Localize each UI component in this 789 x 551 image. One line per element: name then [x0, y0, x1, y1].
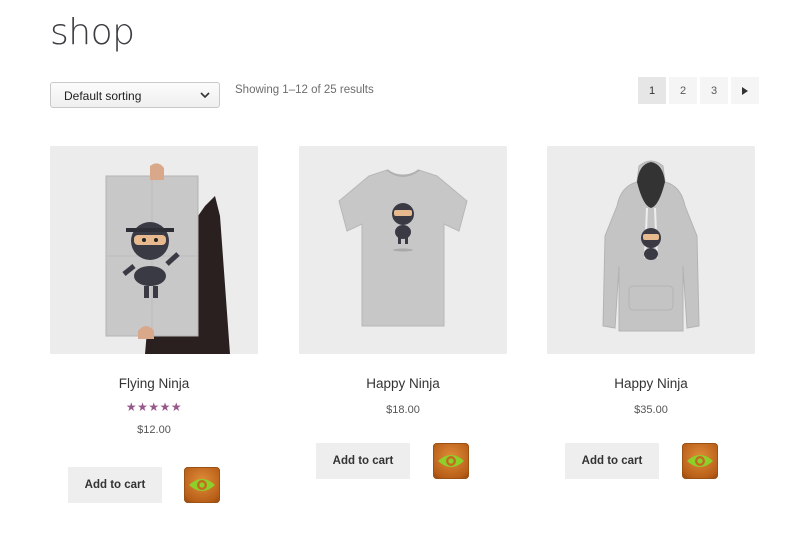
product-title[interactable]: Happy Ninja [547, 376, 755, 392]
add-to-cart-button[interactable]: Add to cart [565, 443, 659, 479]
add-to-cart-button[interactable]: Add to cart [68, 467, 162, 503]
page-title: shop [50, 12, 135, 53]
sorting-selected-value: Default sorting [64, 89, 142, 103]
product-image-hoodie[interactable] [547, 146, 755, 354]
product-card: Happy Ninja $18.00 [299, 146, 507, 416]
eye-icon [438, 455, 464, 467]
product-price: $18.00 [386, 404, 420, 416]
product-image-poster[interactable] [50, 146, 258, 354]
product-image-tshirt[interactable] [299, 146, 507, 354]
chevron-down-icon [200, 92, 210, 99]
page-3-link[interactable]: 3 [700, 77, 728, 104]
result-count: Showing 1–12 of 25 results [235, 84, 374, 96]
product-price: $35.00 [634, 404, 668, 416]
sorting-select[interactable]: Default sorting [50, 82, 220, 108]
product-title[interactable]: Flying Ninja [50, 376, 258, 392]
next-page-button[interactable] [731, 77, 759, 104]
product-price: $12.00 [137, 424, 171, 436]
pagination: 1 2 3 [638, 77, 759, 104]
product-title[interactable]: Happy Ninja [299, 376, 507, 392]
page-1-current: 1 [638, 77, 666, 104]
quick-view-button[interactable] [682, 443, 718, 479]
triangle-right-icon [742, 86, 748, 95]
quick-view-button[interactable] [433, 443, 469, 479]
quick-view-button[interactable] [184, 467, 220, 503]
product-card: Happy Ninja $35.00 [547, 146, 755, 416]
ninja-hoodie-image [547, 146, 755, 354]
rating-stars: ★★★★★ [125, 400, 183, 414]
ninja-poster-image [50, 146, 258, 354]
add-to-cart-button[interactable]: Add to cart [316, 443, 410, 479]
eye-icon [189, 479, 215, 491]
eye-icon [687, 455, 713, 467]
product-card: Flying Ninja ★★★★★ $12.00 [50, 146, 258, 436]
page-2-link[interactable]: 2 [669, 77, 697, 104]
ninja-tshirt-image [299, 146, 507, 354]
